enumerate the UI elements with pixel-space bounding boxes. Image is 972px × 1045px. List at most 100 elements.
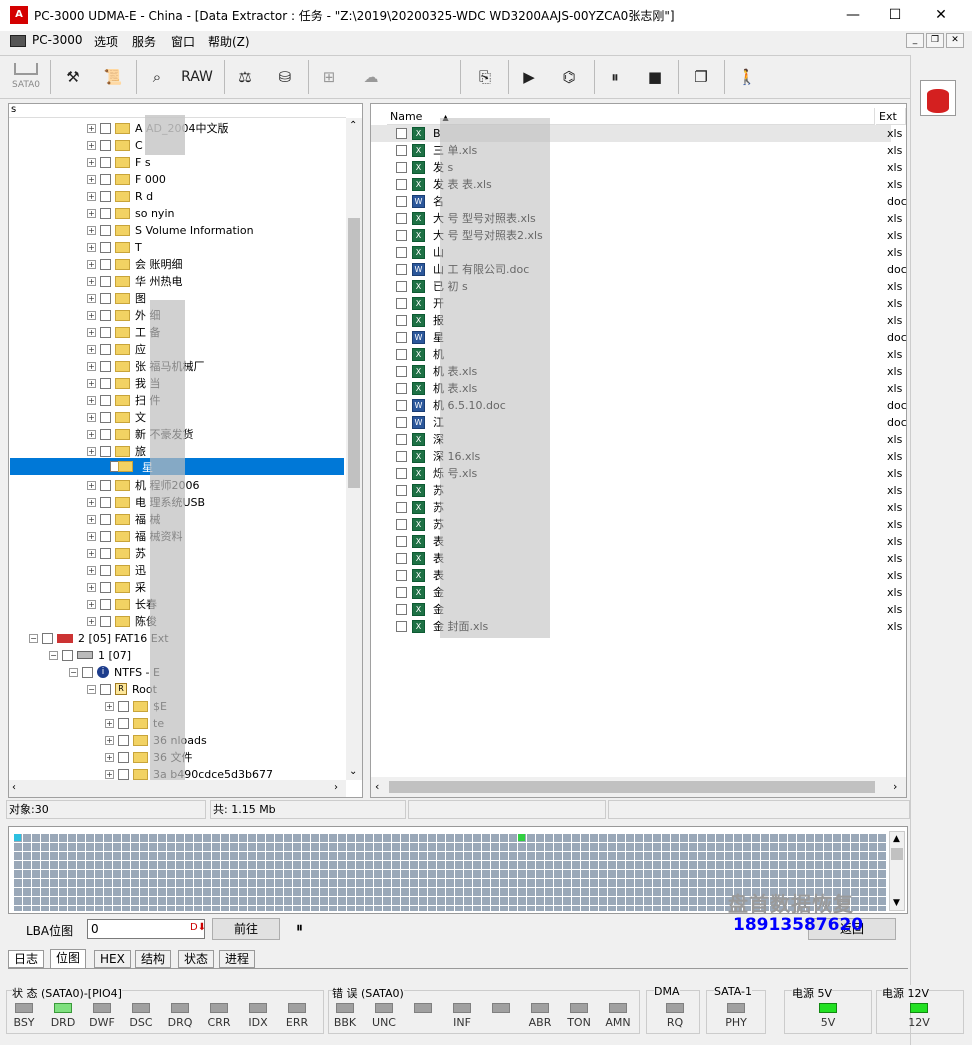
maximize-button[interactable]: ☐ bbox=[872, 0, 918, 31]
expand-icon[interactable]: + bbox=[87, 361, 96, 371]
tree-item[interactable]: + F 000 bbox=[87, 170, 166, 187]
network-icon[interactable]: ⌬ bbox=[552, 60, 586, 94]
expand-icon[interactable]: + bbox=[105, 735, 114, 745]
expand-icon[interactable]: + bbox=[105, 769, 114, 779]
tree-item[interactable]: − R Root bbox=[87, 680, 157, 697]
tools-icon[interactable]: ⚒ bbox=[58, 60, 88, 94]
tree-item[interactable]: + 迅 bbox=[87, 561, 146, 578]
tree-item[interactable]: + so nyin bbox=[87, 204, 174, 221]
file-checkbox[interactable] bbox=[396, 298, 407, 309]
expand-icon[interactable]: + bbox=[105, 752, 114, 762]
menu-help[interactable]: 帮助(Z) bbox=[208, 33, 250, 50]
lba-input[interactable]: 0 D⬇ bbox=[87, 919, 206, 939]
tree-checkbox[interactable] bbox=[100, 326, 111, 338]
file-checkbox[interactable] bbox=[396, 485, 407, 496]
exit-icon[interactable]: 🚶 bbox=[732, 60, 762, 94]
file-checkbox[interactable] bbox=[396, 468, 407, 479]
menu-pc3000[interactable]: PC-3000 bbox=[32, 33, 82, 47]
tree-scroll-thumb[interactable] bbox=[348, 218, 360, 488]
file-checkbox[interactable] bbox=[396, 434, 407, 445]
tree-checkbox[interactable] bbox=[82, 666, 93, 678]
tree-checkbox[interactable] bbox=[100, 377, 111, 389]
file-checkbox[interactable] bbox=[396, 417, 407, 428]
file-checkbox[interactable] bbox=[396, 621, 407, 632]
expand-icon[interactable]: + bbox=[87, 310, 96, 320]
expand-icon[interactable]: − bbox=[49, 650, 58, 660]
expand-icon[interactable]: + bbox=[87, 293, 96, 303]
tree-vscrollbar[interactable]: ⌃ ⌄ bbox=[346, 118, 362, 780]
tree-checkbox[interactable] bbox=[100, 292, 111, 304]
tree-item[interactable]: +张 福马机械厂 bbox=[87, 357, 205, 374]
expand-icon[interactable]: + bbox=[87, 327, 96, 337]
file-checkbox[interactable] bbox=[396, 553, 407, 564]
scroll-up-icon[interactable]: ⌃ bbox=[349, 120, 357, 131]
expand-icon[interactable]: + bbox=[87, 565, 96, 575]
tree-checkbox[interactable] bbox=[100, 122, 111, 134]
tree-checkbox[interactable] bbox=[62, 649, 73, 661]
windows-icon[interactable]: ❐ bbox=[686, 60, 716, 94]
scale-icon[interactable]: ⚖ bbox=[230, 60, 260, 94]
expand-icon[interactable]: + bbox=[87, 157, 96, 167]
tree-item[interactable]: + 会 账明细 bbox=[87, 255, 183, 272]
tree-item[interactable]: + 旅 bbox=[87, 442, 146, 459]
expand-icon[interactable]: + bbox=[87, 446, 96, 456]
tree-checkbox[interactable] bbox=[118, 734, 129, 746]
expand-icon[interactable]: + bbox=[87, 276, 96, 286]
tab-bitmap[interactable]: 位图 bbox=[50, 949, 87, 969]
expand-icon[interactable]: + bbox=[87, 174, 96, 184]
tree-item[interactable]: + 长春 bbox=[87, 595, 157, 612]
col-header-ext[interactable]: Ext bbox=[876, 108, 906, 125]
expand-icon[interactable]: + bbox=[87, 259, 96, 269]
expand-icon[interactable]: + bbox=[87, 378, 96, 388]
tree-item[interactable]: + 文 bbox=[87, 408, 146, 425]
file-checkbox[interactable] bbox=[396, 604, 407, 615]
mdi-restore-button[interactable]: ❐ bbox=[926, 33, 944, 48]
pause-icon[interactable]: ⏸ bbox=[600, 60, 630, 94]
scroll-down-icon[interactable]: ⌄ bbox=[349, 766, 357, 777]
tab-status[interactable]: 状态 bbox=[178, 950, 215, 968]
tree-checkbox[interactable] bbox=[100, 394, 111, 406]
mdi-close-button[interactable]: ✕ bbox=[946, 33, 964, 48]
file-checkbox[interactable] bbox=[396, 315, 407, 326]
tree-checkbox[interactable] bbox=[118, 768, 129, 780]
tree-item[interactable]: +电 理系统USB bbox=[87, 493, 205, 510]
expand-icon[interactable]: + bbox=[87, 616, 96, 626]
tree-checkbox[interactable] bbox=[100, 496, 111, 508]
menu-window[interactable]: 窗口 bbox=[171, 33, 195, 50]
tab-structure[interactable]: 结构 bbox=[135, 950, 172, 968]
folder-tree[interactable]: s + A AD_2004中文版 + C + F s + F 000 + R d + so nyin +… bbox=[8, 103, 363, 798]
tree-checkbox[interactable] bbox=[118, 751, 129, 763]
expand-icon[interactable]: + bbox=[87, 514, 96, 524]
expand-icon[interactable]: + bbox=[87, 582, 96, 592]
tree-checkbox[interactable] bbox=[100, 683, 111, 695]
file-checkbox[interactable] bbox=[396, 162, 407, 173]
tree-checkbox[interactable] bbox=[100, 428, 111, 440]
scroll-right-icon[interactable]: › bbox=[893, 780, 897, 793]
tree-checkbox[interactable] bbox=[118, 717, 129, 729]
goto-button[interactable]: 前往 bbox=[212, 918, 280, 940]
disk-save-icon[interactable]: ⛁ bbox=[270, 60, 300, 94]
expand-icon[interactable]: + bbox=[87, 429, 96, 439]
file-checkbox[interactable] bbox=[396, 383, 407, 394]
tree-checkbox[interactable] bbox=[100, 309, 111, 321]
tree-item[interactable]: + 苏 bbox=[87, 544, 146, 561]
file-checkbox[interactable] bbox=[396, 536, 407, 547]
tree-checkbox[interactable] bbox=[100, 139, 111, 151]
expand-icon[interactable]: + bbox=[87, 531, 96, 541]
expand-icon[interactable]: + bbox=[87, 123, 96, 133]
expand-icon[interactable]: + bbox=[87, 140, 96, 150]
tree-item[interactable]: + F s bbox=[87, 153, 151, 170]
file-checkbox[interactable] bbox=[396, 587, 407, 598]
export-icon[interactable]: ⎘ bbox=[470, 60, 500, 94]
tree-checkbox[interactable] bbox=[100, 275, 111, 287]
mdi-minimize-button[interactable]: _ bbox=[906, 33, 924, 48]
menu-service[interactable]: 服务 bbox=[132, 33, 156, 50]
blockmap-scroll-thumb[interactable] bbox=[891, 848, 903, 860]
tree-checkbox[interactable] bbox=[100, 530, 111, 542]
scroll-icon[interactable]: 📜 bbox=[98, 60, 128, 94]
file-checkbox[interactable] bbox=[396, 400, 407, 411]
scroll-left-icon[interactable]: ‹ bbox=[375, 780, 379, 793]
tree-checkbox[interactable] bbox=[100, 598, 111, 610]
expand-icon[interactable]: + bbox=[87, 412, 96, 422]
tree-item[interactable]: + C bbox=[87, 136, 143, 153]
